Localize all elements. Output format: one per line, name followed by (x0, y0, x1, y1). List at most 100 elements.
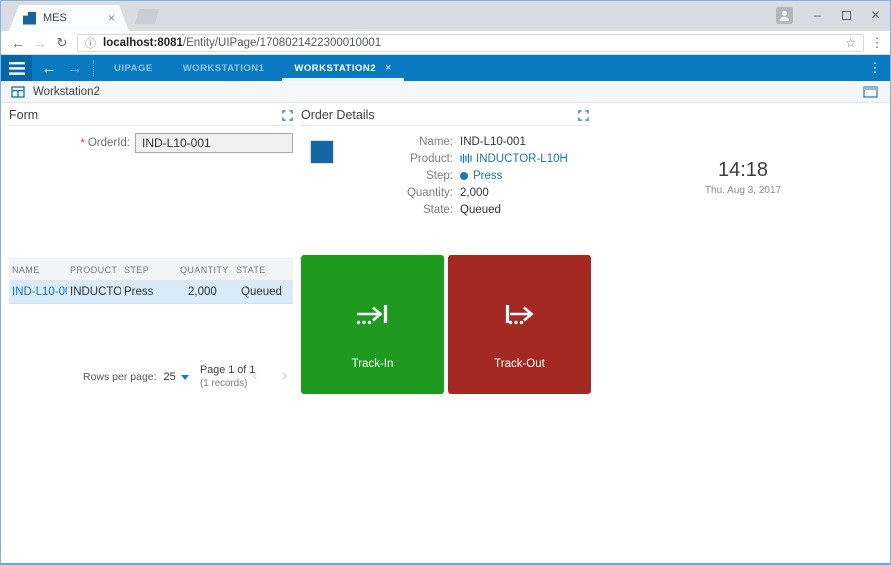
rows-per-page-value[interactable]: 25 (164, 371, 176, 383)
reload-button[interactable]: ↻ (51, 31, 73, 54)
tab-workstation1-label: WORKSTATION1 (183, 63, 265, 74)
orderid-input[interactable] (135, 133, 293, 153)
clock-date: Thu. Aug 3, 2017 (653, 185, 833, 196)
tab-workstation2[interactable]: WORKSTATION2 × (279, 55, 407, 81)
order-name-row: Name: IND-L10-001 (301, 133, 589, 150)
bookmark-star-icon[interactable]: ☆ (845, 36, 856, 50)
track-out-label: Track-Out (494, 358, 545, 370)
clock-widget: 14:18 Thu. Aug 3, 2017 (653, 159, 833, 196)
order-name-value: IND-L10-001 (460, 136, 526, 148)
order-step-row: Step: Press (301, 167, 589, 184)
close-window-button[interactable]: ✕ (861, 1, 890, 29)
track-out-icon (501, 301, 539, 336)
hamburger-menu-icon[interactable] (1, 55, 32, 81)
order-details-body: Name: IND-L10-001 Product: INDUCTOR-L10H… (301, 126, 589, 219)
browser-toolbar: ← → ↻ ⓘ localhost:8081/Entity/UIPage/170… (1, 31, 890, 55)
col-header-step[interactable]: STEP (121, 265, 177, 275)
row-product-cell: INDUCTOR-L... (67, 286, 121, 298)
profile-icon[interactable] (776, 7, 793, 24)
new-tab-button[interactable] (135, 9, 159, 24)
track-in-button[interactable]: Track-In (301, 255, 444, 394)
order-quantity-label: Quantity: (301, 187, 453, 199)
form-expand-icon[interactable] (282, 110, 293, 121)
order-state-row: State: Queued (301, 202, 589, 219)
track-out-button[interactable]: Track-Out (448, 255, 591, 394)
order-details-header: Order Details (301, 105, 589, 126)
col-header-quantity[interactable]: QUANTITY (177, 265, 233, 275)
next-page-icon[interactable]: › (282, 367, 287, 385)
breadcrumb: Workstation2 (33, 86, 100, 98)
orders-table: NAME PRODUCT STEP QUANTITY STATE IND-L10… (9, 258, 293, 304)
tab-uipage[interactable]: UIPAGE (99, 55, 168, 81)
order-state-label: State: (301, 204, 453, 216)
browser-forward-button[interactable]: → (29, 31, 51, 54)
row-step-cell: Press (121, 286, 177, 298)
browser-titlebar: MES × – ✕ (1, 1, 890, 31)
app-menu-icon[interactable]: ⋮ (864, 55, 886, 81)
chevron-down-icon[interactable] (181, 375, 189, 380)
app-back-button[interactable]: ← (37, 55, 61, 81)
page-info-icon[interactable]: ⓘ (85, 35, 96, 51)
table-pagination: Rows per page: 25 Page 1 of 1 (1 records… (9, 359, 293, 399)
col-header-product[interactable]: PRODUCT (67, 265, 121, 275)
address-bar[interactable]: ⓘ localhost:8081/Entity/UIPage/170802142… (77, 34, 864, 52)
order-product-link[interactable]: INDUCTOR-L10H (460, 153, 568, 165)
breadcrumb-bar: Workstation2 (1, 81, 890, 103)
prev-page-icon[interactable]: ‹ (252, 367, 257, 385)
page-window-icon[interactable] (863, 86, 878, 98)
row-quantity-cell: 2,000 (177, 286, 233, 298)
orderid-label: OrderId: (88, 137, 130, 149)
row-state-cell: Queued (233, 286, 293, 298)
order-thumbnail (310, 140, 334, 164)
form-panel-header: Form (9, 105, 293, 126)
order-step-value: Press (473, 170, 502, 182)
col-header-state[interactable]: STATE (233, 265, 293, 275)
nav-separator (93, 60, 94, 76)
order-step-link[interactable]: Press (460, 170, 502, 182)
order-state-value: Queued (460, 204, 501, 216)
clock-time: 14:18 (653, 159, 833, 182)
mes-favicon-icon (23, 12, 36, 25)
order-step-label: Step: (301, 170, 453, 182)
maximize-button[interactable] (832, 1, 861, 29)
form-panel: Form * OrderId: (9, 105, 293, 153)
tab-close-icon[interactable]: × (108, 11, 115, 25)
order-details-title: Order Details (301, 108, 375, 122)
browser-back-button[interactable]: ← (7, 31, 29, 54)
table-row[interactable]: IND-L10-001 INDUCTOR-L... Press 2,000 Qu… (9, 281, 293, 304)
tab-workstation2-label: WORKSTATION2 (294, 63, 376, 74)
row-name-cell[interactable]: IND-L10-001 (9, 286, 67, 298)
form-panel-title: Form (9, 108, 38, 122)
table-header-row: NAME PRODUCT STEP QUANTITY STATE (9, 258, 293, 281)
rows-per-page-control[interactable]: Rows per page: 25 (83, 371, 189, 383)
order-quantity-row: Quantity: 2,000 (301, 185, 589, 202)
orderid-field-row: * OrderId: (9, 133, 293, 153)
order-product-value: INDUCTOR-L10H (476, 153, 568, 165)
window-controls: – ✕ (776, 1, 890, 29)
page-info: Page 1 of 1 (1 records) (200, 364, 255, 389)
order-details-expand-icon[interactable] (578, 110, 589, 121)
url-host: localhost:8081 (103, 37, 183, 49)
col-header-name[interactable]: NAME (9, 265, 67, 275)
browser-tab-title: MES (43, 12, 108, 24)
browser-window: MES × – ✕ ← → ↻ ⓘ localhost:8081/Entity/… (0, 0, 891, 565)
app-tab-strip: UIPAGE WORKSTATION1 WORKSTATION2 × (99, 55, 407, 81)
order-details-panel: Order Details Name: IND-L10-001 Product: (301, 105, 589, 219)
tab-workstation2-close-icon[interactable]: × (385, 62, 392, 74)
order-quantity-value: 2,000 (460, 187, 489, 199)
app-forward-button[interactable]: → (63, 55, 87, 81)
minimize-button[interactable]: – (803, 1, 832, 29)
browser-tab[interactable]: MES × (9, 5, 129, 31)
page-content: Form * OrderId: Order Details (1, 104, 890, 563)
tab-workstation1[interactable]: WORKSTATION1 (168, 55, 280, 81)
order-product-row: Product: INDUCTOR-L10H (301, 150, 589, 167)
step-circle-icon (460, 172, 468, 180)
app-nav-bar: ← → UIPAGE WORKSTATION1 WORKSTATION2 × ⋮ (1, 55, 890, 81)
page-grid-icon (11, 86, 25, 98)
page-number-text: Page 1 of 1 (200, 364, 255, 376)
rows-per-page-label: Rows per page: (83, 371, 157, 383)
track-in-label: Track-In (352, 358, 394, 370)
browser-menu-icon[interactable]: ⋮ (866, 31, 888, 54)
url-path: /Entity/UIPage/1708021422300010001 (183, 37, 381, 49)
record-count-text: (1 records) (200, 378, 255, 389)
